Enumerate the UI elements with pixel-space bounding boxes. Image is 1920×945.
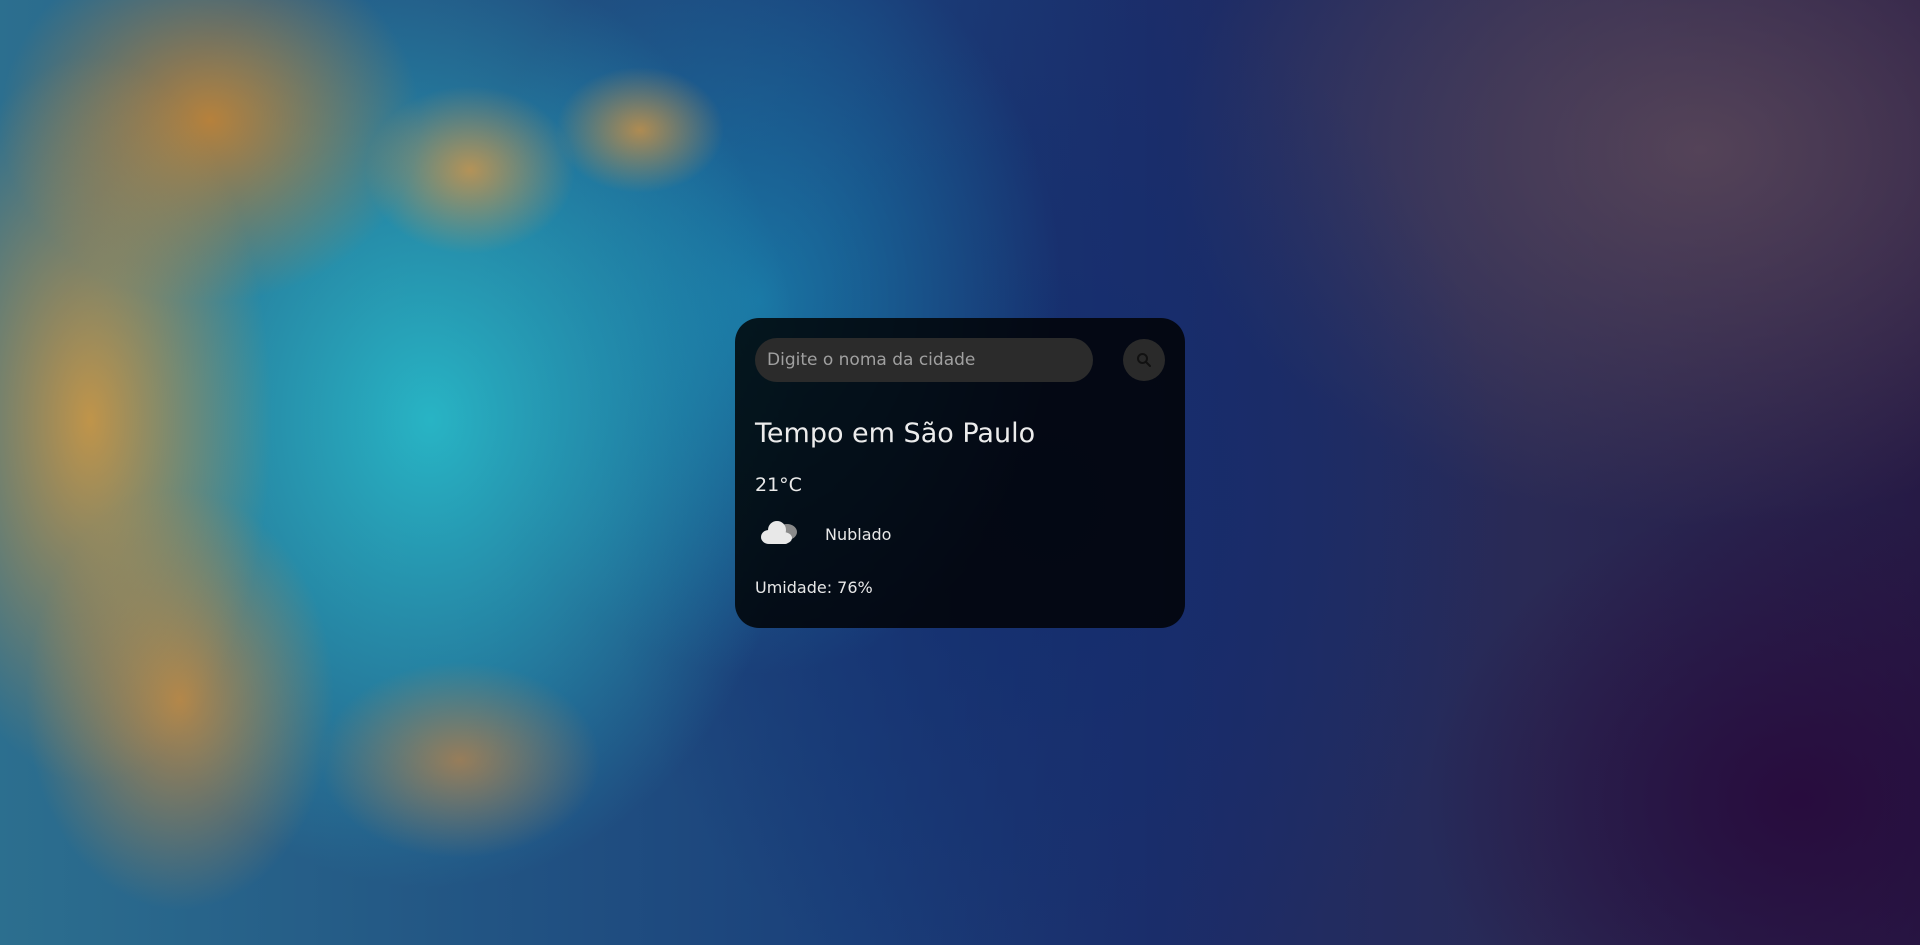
city-search-input[interactable]: [755, 338, 1094, 382]
weather-title: Tempo em São Paulo: [755, 418, 1036, 449]
search-bar: [755, 338, 1165, 382]
weather-card: Tempo em São Paulo 21°C Nublado Umidade:…: [735, 318, 1185, 628]
cloud-icon: [755, 518, 803, 550]
weather-condition: Nublado: [755, 518, 1165, 550]
search-icon: [1136, 352, 1152, 368]
search-button[interactable]: [1123, 339, 1165, 381]
temperature-value: 21°C: [755, 474, 802, 497]
humidity-value: Umidade: 76%: [755, 578, 873, 598]
condition-label: Nublado: [825, 524, 892, 544]
